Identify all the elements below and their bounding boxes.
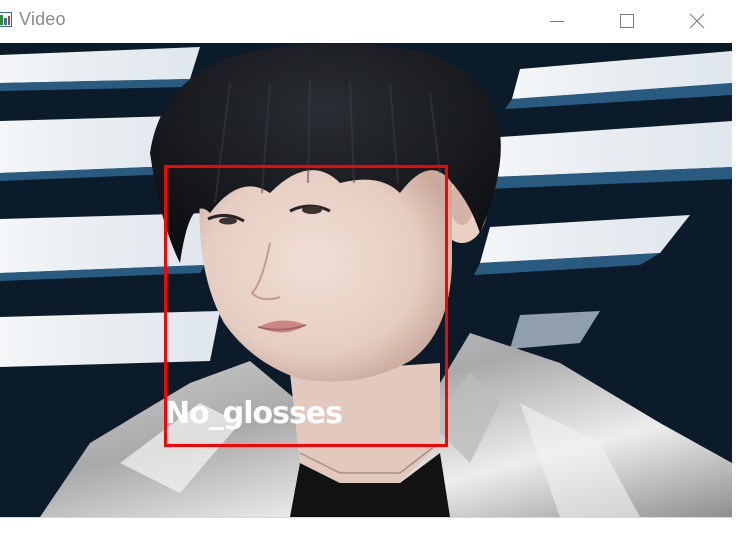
video-frame: No_glosses: [0, 43, 732, 518]
minimize-icon: [549, 13, 565, 29]
maximize-button[interactable]: [592, 0, 662, 42]
title-bar[interactable]: Video: [0, 0, 740, 42]
detection-label: No_glosses: [165, 396, 343, 431]
close-button[interactable]: [662, 0, 732, 42]
minimize-button[interactable]: [522, 0, 592, 42]
app-icon: [0, 12, 12, 27]
window-title: Video: [19, 9, 66, 29]
maximize-icon: [619, 13, 635, 29]
video-window: Video No_glosses: [0, 0, 740, 547]
close-icon: [689, 13, 705, 29]
